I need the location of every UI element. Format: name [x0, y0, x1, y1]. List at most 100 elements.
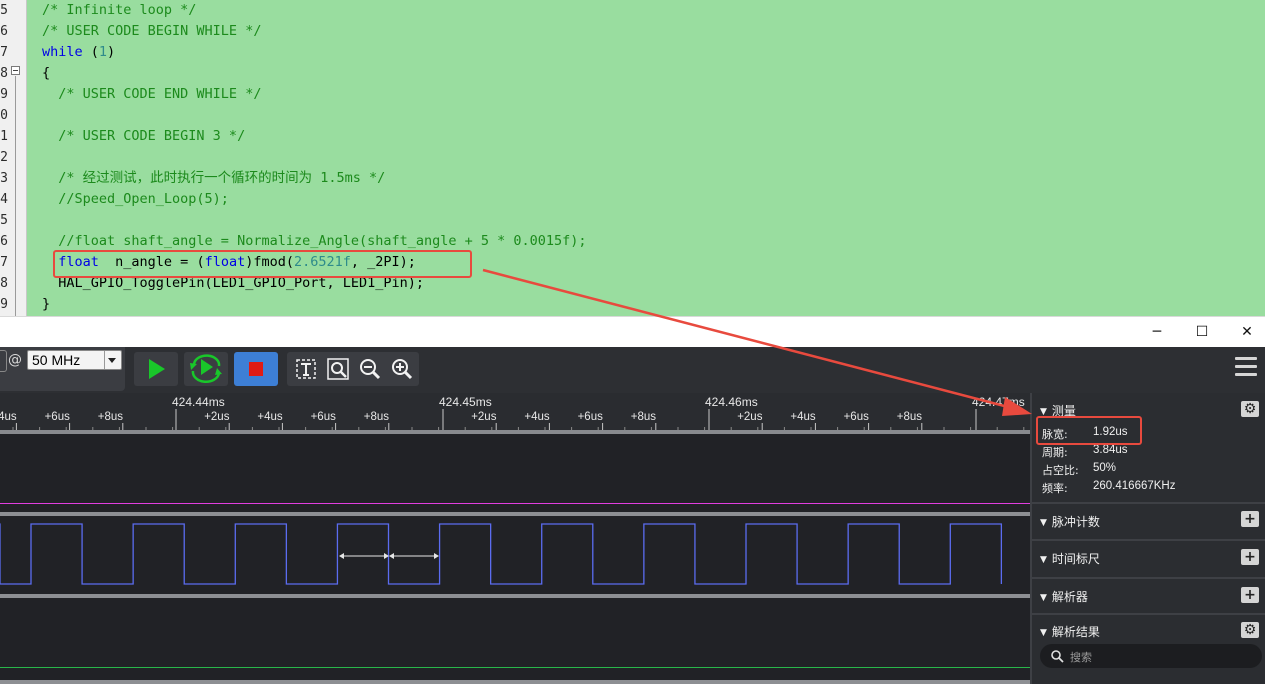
measure-arrowhead — [389, 553, 394, 559]
code-line[interactable]: //Speed_Open_Loop(5); — [42, 189, 229, 210]
code-token: ) — [107, 44, 116, 60]
duty-cycle-value: 50% — [1093, 462, 1117, 474]
code-line[interactable]: //float shaft_angle = Normalize_Angle(sh… — [42, 231, 587, 252]
code-token: //float shaft_angle = Normalize_Angle(sh… — [42, 233, 587, 249]
channel-2-signal — [0, 667, 1030, 668]
code-token: 1 — [98, 44, 108, 60]
section-divider — [1032, 613, 1265, 615]
run-button[interactable] — [134, 352, 178, 386]
minor-tick-label: +6us — [44, 411, 70, 423]
measure-arrowhead — [339, 553, 344, 559]
channel-separator — [0, 594, 1030, 598]
line-number: 6 — [0, 234, 8, 249]
fold-toggle-icon[interactable] — [11, 66, 20, 75]
search-placeholder: 搜索 — [1070, 651, 1092, 664]
line-number: 5 — [0, 3, 8, 18]
hamburger-menu-icon[interactable] — [1235, 357, 1257, 381]
gear-icon[interactable]: ⚙ — [1241, 401, 1259, 417]
line-number: 3 — [0, 171, 8, 186]
pulse-count-section-title[interactable]: 脉冲计数 — [1040, 513, 1100, 530]
add-pulse-count-button[interactable]: + — [1241, 511, 1259, 527]
highlight-pulse-width-box — [1036, 416, 1142, 445]
minimize-button[interactable]: ─ — [1142, 321, 1172, 343]
frequency-label: 频率: — [1042, 482, 1068, 495]
add-decoder-button[interactable]: + — [1241, 587, 1259, 603]
code-token: while — [42, 44, 83, 60]
line-number: 6 — [0, 24, 8, 39]
major-tick-label: 424.44ms — [172, 395, 225, 409]
play-icon — [149, 359, 165, 379]
minor-tick-label: +6us — [843, 411, 869, 423]
channel-0-signal — [0, 503, 1030, 504]
minor-tick-label: +8us — [97, 411, 124, 423]
maximize-button[interactable]: ☐ — [1187, 321, 1217, 343]
code-token: { — [42, 65, 51, 81]
minor-tick-label: +2us — [204, 411, 230, 423]
code-line[interactable]: { — [42, 63, 50, 84]
sample-rate-select[interactable]: 50 MHz — [27, 350, 122, 370]
decoder-section-title[interactable]: 解析器 — [1040, 588, 1088, 605]
line-number: 8 — [0, 66, 8, 81]
window-titlebar: ─ ☐ ✕ — [0, 316, 1265, 348]
minor-tick-label: +4us — [0, 411, 17, 423]
ruler-tick-marks — [12, 409, 1025, 431]
stop-icon — [249, 362, 263, 376]
add-time-ruler-button[interactable]: + — [1241, 549, 1259, 565]
decode-results-section-title[interactable]: 解析结果 — [1040, 623, 1100, 640]
code-line[interactable]: /* USER CODE END WHILE */ — [42, 84, 261, 105]
line-number: 7 — [0, 45, 8, 60]
code-line[interactable]: while (1) — [42, 42, 115, 63]
search-input[interactable]: 搜索 — [1040, 644, 1262, 668]
code-line[interactable]: /* USER CODE BEGIN WHILE */ — [42, 21, 261, 42]
major-tick-label: 424.46ms — [705, 395, 758, 409]
zoom-out-icon[interactable] — [359, 358, 381, 380]
code-token: //Speed_Open_Loop(5); — [42, 191, 229, 207]
loop-play-icon — [190, 354, 222, 383]
line-number: 9 — [0, 87, 8, 102]
waveform-area[interactable] — [0, 434, 1030, 684]
period-value: 3.84us — [1093, 444, 1128, 456]
minor-tick-label: +2us — [737, 411, 763, 423]
period-label: 周期: — [1042, 446, 1068, 459]
code-token: /* 经过测试，此时执行一个循环的时间为 1.5ms */ — [42, 170, 386, 186]
time-ruler-section-title[interactable]: 时间标尺 — [1040, 550, 1100, 567]
zoom-fit-icon[interactable] — [327, 358, 349, 380]
channel-1-pulse-signal — [0, 523, 1003, 585]
code-line[interactable]: /* USER CODE BEGIN 3 */ — [42, 126, 245, 147]
code-line[interactable]: /* Infinite loop */ — [42, 0, 196, 21]
results-settings-gear-icon[interactable]: ⚙ — [1241, 622, 1259, 638]
line-number: 7 — [0, 255, 8, 270]
search-icon — [1051, 650, 1064, 663]
minor-tick-label: +4us — [524, 411, 550, 423]
frequency-value: 260.416667KHz — [1093, 480, 1176, 492]
zoom-in-icon[interactable] — [391, 358, 413, 380]
line-number: 9 — [0, 297, 8, 312]
minor-tick-label: +4us — [257, 411, 283, 423]
highlight-code-line-box — [53, 250, 472, 278]
code-line[interactable]: } — [42, 294, 50, 315]
section-divider — [1032, 539, 1265, 541]
device-select-edge[interactable] — [0, 350, 7, 372]
line-number: 4 — [0, 192, 8, 207]
minor-tick-label: +2us — [471, 411, 497, 423]
section-divider — [1032, 577, 1265, 579]
close-button[interactable]: ✕ — [1232, 321, 1262, 343]
stop-button[interactable] — [234, 352, 278, 386]
toolbar: @ 50 MHz — [0, 347, 1265, 393]
time-ruler[interactable]: 424.44ms 424.45ms 424.46ms 424.47ms +4us +6us… — [0, 393, 1030, 433]
line-number: 1 — [0, 129, 8, 144]
line-number: 8 — [0, 276, 8, 291]
minor-tick-label: +8us — [896, 411, 923, 423]
minor-tick-label: +8us — [363, 411, 390, 423]
text-tool-icon[interactable] — [295, 358, 317, 380]
channel-separator — [0, 680, 1030, 684]
code-token: /* USER CODE END WHILE */ — [42, 86, 262, 102]
zoom-controls — [287, 352, 419, 386]
duty-cycle-label: 占空比: — [1042, 464, 1079, 477]
minor-tick-label: +6us — [577, 411, 603, 423]
minor-tick-label: +8us — [630, 411, 657, 423]
code-token: } — [42, 296, 51, 312]
code-line[interactable]: /* 经过测试，此时执行一个循环的时间为 1.5ms */ — [42, 168, 385, 189]
code-token: /* USER CODE BEGIN 3 */ — [42, 128, 246, 144]
loop-run-button[interactable] — [184, 352, 228, 386]
